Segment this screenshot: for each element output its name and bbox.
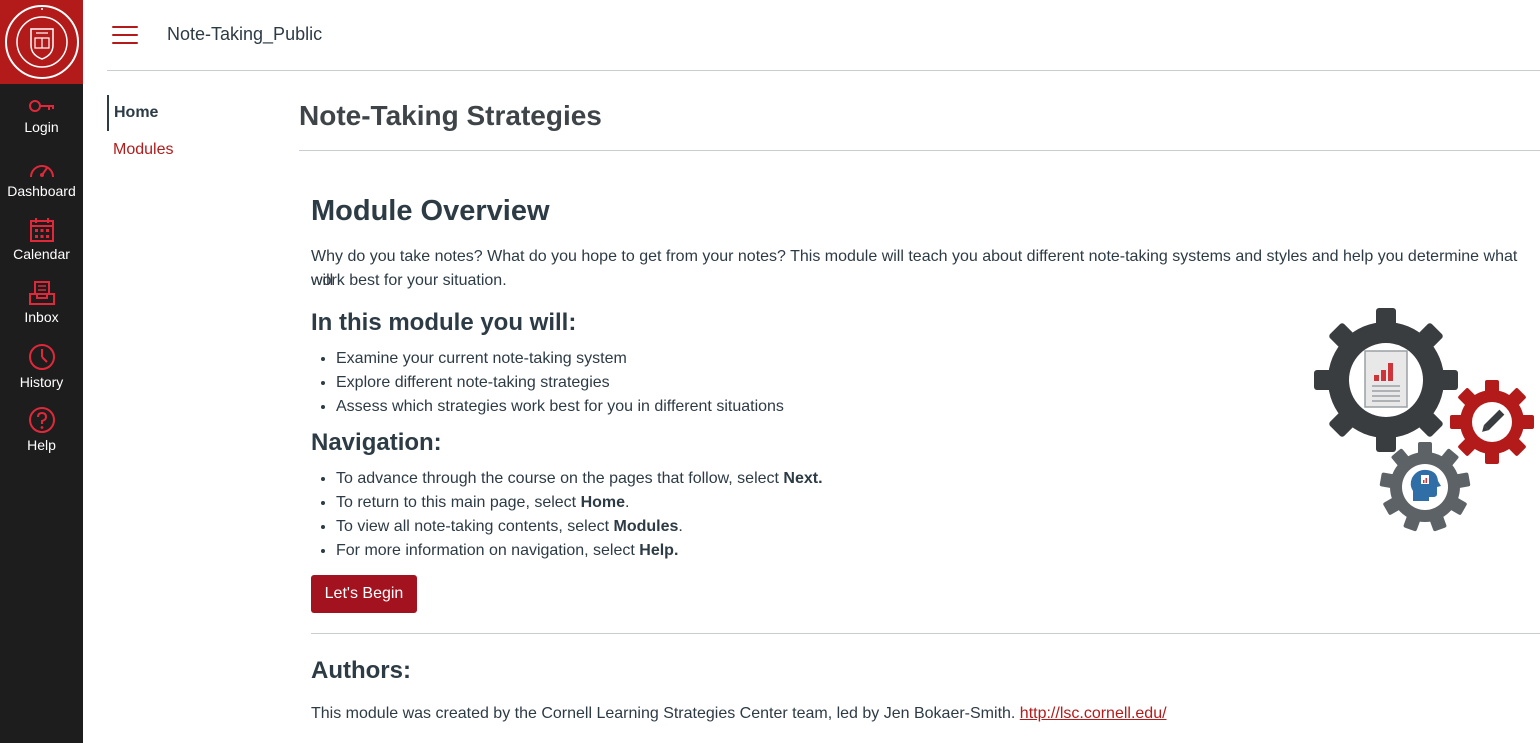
header-divider [107,70,1540,71]
navigation-heading: Navigation: [311,429,442,456]
nav-item-dashboard[interactable]: Dashboard [0,158,83,199]
goals-heading: In this module you will: [311,309,577,336]
cornell-seal-icon[interactable] [0,0,83,84]
list-item-bold: Help. [639,542,679,559]
nav-item-calendar[interactable]: Calendar [0,217,83,262]
list-item: To return to this main page, select Home… [336,491,823,515]
key-icon [28,100,54,112]
nav-label-help: Help [27,437,56,453]
lsc-link[interactable]: http://lsc.cornell.edu/ [1020,705,1167,722]
overview-text-line-2: work best for your situation. [311,272,507,289]
title-divider [299,150,1540,151]
authors-description: This module was created by the Cornell L… [311,705,1020,722]
list-item-text: To advance through the course on the pag… [336,470,784,487]
list-item: Explore different note-taking strategies [336,371,784,395]
nav-label-dashboard: Dashboard [7,183,76,199]
nav-label-inbox: Inbox [24,309,59,325]
list-item-text: To return to this main page, select [336,494,581,511]
nav-item-login[interactable]: Login [0,96,83,135]
section-divider [311,633,1540,634]
breadcrumb-course-title[interactable]: Note-Taking_Public [167,24,322,45]
inbox-icon [28,281,55,305]
list-item: To view all note-taking contents, select… [336,515,823,539]
nav-item-history[interactable]: History [0,343,83,390]
speedometer-icon [29,165,54,178]
list-item-bold: Next. [783,470,823,487]
nav-item-help[interactable]: Help [0,406,83,453]
nav-label-calendar: Calendar [13,246,70,262]
nav-item-inbox[interactable]: Inbox [0,280,83,325]
nav-label-history: History [19,374,64,390]
list-item-text: To view all note-taking contents, select [336,518,614,535]
list-item-bold: Modules [613,518,679,535]
goals-list: Examine your current note-taking system … [336,347,784,419]
hamburger-menu-icon[interactable] [112,26,138,46]
list-item-suffix: . [678,518,683,535]
list-item-bold: Home [580,494,626,511]
list-item: Assess which strategies work best for yo… [336,395,784,419]
list-item: For more information on navigation, sele… [336,539,823,563]
question-icon [28,407,55,433]
authors-heading: Authors: [311,657,411,684]
navigation-list: To advance through the course on the pag… [336,467,823,563]
gears-illustration-icon [1314,308,1534,532]
page-title: Note-Taking Strategies [299,100,602,131]
list-item-suffix: . [625,494,630,511]
lets-begin-button[interactable]: Let's Begin [311,575,417,613]
module-overview-heading: Module Overview [311,195,550,227]
list-item: To advance through the course on the pag… [336,467,823,491]
list-item-text: For more information on navigation, sele… [336,542,640,559]
authors-text: This module was created by the Cornell L… [311,702,1167,726]
course-nav-home[interactable]: Home [107,95,158,131]
course-nav-modules[interactable]: Modules [113,141,173,159]
list-item: Examine your current note-taking system [336,347,784,371]
nav-label-login: Login [24,119,59,135]
global-nav: Login Dashboard Calendar Inbox History H… [0,0,83,743]
calendar-icon [29,218,54,242]
clock-icon [28,344,55,370]
